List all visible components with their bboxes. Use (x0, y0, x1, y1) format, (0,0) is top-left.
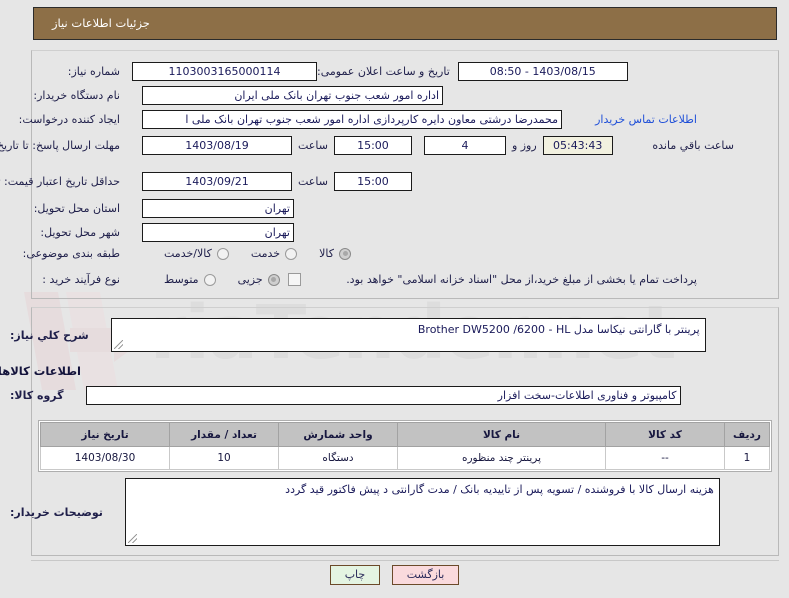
table-row: 1 -- پرینتر چند منظوره دستگاه 10 1403/08/30 (40, 446, 770, 470)
purchase-type-radio-1[interactable] (203, 273, 216, 286)
row-product-group: کامپیوتر و فناوری اطلاعات-سخت افزار گروه… (0, 386, 789, 405)
category-option-0[interactable]: کالا (319, 247, 351, 260)
need-number-label: شماره نیاز: (67, 65, 120, 78)
city-label: شهر محل تحویل: (40, 226, 120, 239)
page-title: جزئیات اطلاعات نیاز (52, 16, 150, 30)
purchase-type-radio-label-0: جزیی (237, 273, 263, 286)
goods-table: ردیف کد کالا نام کالا واحد شمارش تعداد / مقد… (40, 422, 770, 470)
page-header: جزئیات اطلاعات نیاز (33, 7, 777, 40)
footer-divider (31, 560, 779, 561)
goods-table-col-header: نام کالا (397, 422, 606, 447)
goods-table-body: 1 -- پرینتر چند منظوره دستگاه 10 1403/08/30 (40, 446, 770, 470)
row-city: تهران شهر محل تحویل: (0, 223, 789, 242)
row-buyer-notes: هزینه ارسال کالا با فروشنده / تسویه پس ا… (0, 478, 789, 546)
table-cell: 1 (724, 446, 770, 470)
purchase-type-option-0[interactable]: جزیی (238, 273, 280, 286)
category-radio-0[interactable] (339, 247, 351, 260)
need-summary-label: شرح کلي نیاز: (10, 328, 89, 342)
row-price-validity: 15:00 ساعت 1403/09/21 حداقل تاریخ اعتبار… (0, 172, 789, 191)
treasury-checkbox[interactable] (287, 273, 301, 286)
goods-table-col-header: تاریخ نیاز (40, 422, 170, 447)
announce-datetime-label: تاریخ و ساعت اعلان عمومی: (317, 65, 450, 78)
table-cell: پرینتر چند منظوره (397, 446, 606, 470)
creator-label: ایجاد کننده درخواست: (18, 113, 120, 126)
city-field[interactable]: تهران (142, 223, 294, 242)
table-cell: -- (605, 446, 725, 470)
row-creator: اطلاعات تماس خریدار محمدرضا درشتی معاون … (0, 110, 789, 129)
deadline-time-label: ساعت (298, 139, 328, 152)
price-validity-date-field[interactable]: 1403/09/21 (142, 172, 292, 191)
row-need-number: 1403/08/15 - 08:50 تاریخ و ساعت اعلان عم… (0, 62, 789, 81)
purchase-type-radio-label-1: متوسط (164, 273, 199, 286)
product-group-field[interactable]: کامپیوتر و فناوری اطلاعات-سخت افزار (85, 386, 681, 405)
purchase-type-label: نوع فرآیند خرید : (42, 273, 120, 286)
table-cell: 1403/08/30 (40, 446, 170, 470)
goods-table-col-header: کد کالا (605, 422, 725, 447)
goods-table-col-header: تعداد / مقدار (169, 422, 279, 447)
row-summary: پرینتر با گارانتی نیکاسا مدل Brother DW5… (0, 318, 789, 352)
creator-field[interactable]: محمدرضا درشتی معاون دایره کارپردازی ادار… (142, 110, 562, 129)
province-label: استان محل تحویل: (33, 202, 120, 215)
category-label: طبقه بندی موضوعی: (22, 247, 120, 260)
category-radio-2[interactable] (216, 247, 229, 260)
category-option-1[interactable]: خدمت (250, 247, 298, 260)
goods-table-header-row: ردیف کد کالا نام کالا واحد شمارش تعداد / مقد… (40, 422, 770, 447)
need-summary-field[interactable]: پرینتر با گارانتی نیکاسا مدل Brother DW5… (110, 318, 706, 352)
goods-section-title: اطلاعات کالاهاي مورد نیاز (0, 364, 81, 378)
announce-datetime-field[interactable]: 1403/08/15 - 08:50 (457, 62, 628, 81)
category-radio-group[interactable]: کالا خدمت کالا/خدمت (142, 247, 351, 260)
purchase-type-radio-group[interactable]: جزیی متوسط (142, 273, 280, 286)
price-validity-time-field[interactable]: 15:00 (333, 172, 412, 191)
remaining-clock-field: 05:43:43 (542, 136, 613, 155)
deadline-label: مهلت ارسال پاسخ: تا تاریخ: (0, 139, 120, 152)
purchase-type-radio-0[interactable] (267, 273, 280, 286)
category-radio-label-1: خدمت (250, 247, 281, 260)
need-number-field[interactable]: 1103003165000114 (132, 62, 317, 81)
price-validity-label: حداقل تاریخ اعتبار قیمت: تا تاریخ: (0, 175, 120, 188)
buyer-notes-label: توضیحات خریدار: (10, 505, 103, 519)
goods-table-col-header: ردیف (724, 422, 770, 447)
footer-button-bar: بازگشت چاپ (0, 565, 789, 585)
buyer-contact-link[interactable]: اطلاعات تماس خریدار (595, 113, 697, 126)
row-buyer-org: اداره امور شعب جنوب تهران بانک ملی ایران… (0, 86, 789, 105)
deadline-date-field[interactable]: 1403/08/19 (142, 136, 292, 155)
row-deadline: ساعت باقي مانده 05:43:43 روز و 4 15:00 س… (0, 136, 789, 155)
buyer-notes-field[interactable]: هزینه ارسال کالا با فروشنده / تسویه پس ا… (124, 478, 720, 546)
table-cell: 10 (169, 446, 279, 470)
product-group-label: گروه کالا: (10, 389, 64, 402)
goods-table-col-header: واحد شمارش (278, 422, 398, 447)
buyer-org-label: نام دستگاه خریدار: (33, 89, 120, 102)
province-field[interactable]: تهران (142, 199, 294, 218)
goods-table-wrapper: ردیف کد کالا نام کالا واحد شمارش تعداد / مقد… (38, 420, 772, 472)
remaining-suffix-label: ساعت باقي مانده (652, 139, 734, 152)
category-radio-1[interactable] (285, 247, 298, 260)
treasury-checkbox-label: پرداخت تمام یا بخشی از مبلغ خرید،از محل … (346, 273, 697, 286)
deadline-time-field[interactable]: 15:00 (333, 136, 412, 155)
purchase-type-option-1[interactable]: متوسط (164, 273, 216, 286)
remaining-days-field: 4 (423, 136, 506, 155)
row-province: تهران استان محل تحویل: (0, 199, 789, 218)
category-radio-label-0: کالا (319, 247, 334, 260)
row-category: کالا خدمت کالا/خدمت طبقه بندی موضوعی: (0, 247, 789, 260)
remaining-days-label: روز و (511, 139, 537, 152)
table-cell: دستگاه (278, 446, 398, 470)
back-button[interactable]: بازگشت (391, 565, 460, 585)
row-purchase-type: پرداخت تمام یا بخشی از مبلغ خرید،از محل … (0, 273, 789, 286)
price-validity-time-label: ساعت (298, 175, 328, 188)
category-option-2[interactable]: کالا/خدمت (164, 247, 229, 260)
buyer-org-field[interactable]: اداره امور شعب جنوب تهران بانک ملی ایران (142, 86, 443, 105)
category-radio-label-2: کالا/خدمت (164, 247, 212, 260)
print-button[interactable]: چاپ (329, 565, 381, 585)
